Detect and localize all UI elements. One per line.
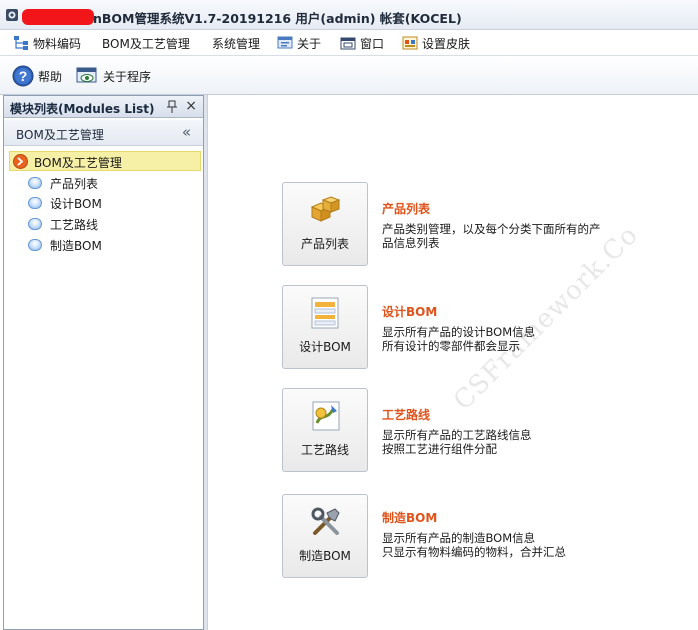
design-bom-title: 设计BOM (382, 305, 438, 319)
window-title: nBOM管理系统V1.7-20191216 用户(admin) 帐套(KOCEL… (93, 11, 462, 26)
menu-item-bom-process[interactable]: BOM及工艺管理 (102, 34, 190, 52)
menu-item-material-code[interactable]: 物料编码 (13, 34, 81, 52)
menu-bar: 物料编码 BOM及工艺管理 系统管理 关于 窗口 设置皮肤 (0, 30, 698, 55)
tree-item-manufacture-bom[interactable]: 制造BOM (28, 236, 102, 254)
node-bullet-icon (28, 177, 42, 189)
panel-header: 模块列表(Modules List) × (4, 96, 203, 118)
menu-item-label: 物料编码 (33, 36, 82, 51)
node-bullet-icon (28, 197, 42, 209)
node-bullet-icon (28, 218, 42, 230)
menu-item-window[interactable]: 窗口 (340, 34, 384, 52)
main-area: CSFramework.Co 产品列表 产品列表 产品类别管理，以及每个分类下面… (207, 95, 698, 630)
node-bullet-icon (28, 239, 42, 251)
redacted-name (22, 9, 94, 25)
app-logo-icon (6, 9, 18, 21)
svg-text:?: ? (19, 68, 28, 84)
design-bom-desc-line: 所有设计的零部件都会显示 (382, 339, 520, 353)
menu-item-system[interactable]: 系统管理 (212, 34, 260, 52)
manufacture-bom-desc-line: 只显示有物料编码的物料，合并汇总 (382, 545, 566, 559)
skin-icon (402, 36, 418, 50)
process-route-desc-line: 按照工艺进行组件分配 (382, 442, 497, 456)
card-label: 工艺路线 (300, 443, 349, 457)
menu-item-label: 设置皮肤 (422, 36, 471, 51)
tree-item-process-route[interactable]: 工艺路线 (28, 215, 98, 233)
card-label: 设计BOM (299, 340, 351, 354)
toolbar: ? 帮助 关于程序 (0, 55, 698, 95)
tree-item-product-list[interactable]: 产品列表 (28, 174, 98, 192)
product-list-title: 产品列表 (382, 202, 431, 216)
menu-item-label: 窗口 (360, 36, 385, 51)
about-program-label: 关于程序 (103, 69, 152, 84)
panel-title: 模块列表(Modules List) (10, 102, 155, 116)
help-label: 帮助 (38, 69, 63, 84)
about-program-button[interactable]: 关于程序 (75, 63, 151, 89)
menu-item-label: BOM及工艺管理 (102, 36, 190, 51)
tree-root-item[interactable]: BOM及工艺管理 (9, 151, 201, 171)
group-header[interactable]: BOM及工艺管理 « (4, 120, 203, 146)
pin-icon[interactable] (167, 100, 177, 114)
group-title: BOM及工艺管理 (16, 128, 104, 142)
window-icon (340, 37, 356, 50)
tree-item-label: 工艺路线 (50, 217, 99, 232)
menu-item-label: 系统管理 (212, 36, 261, 51)
about-program-icon (76, 67, 97, 83)
list-document-icon (311, 297, 339, 329)
help-icon: ? (12, 65, 34, 87)
expand-arrow-icon[interactable] (13, 154, 28, 169)
process-route-button[interactable]: 工艺路线 (282, 388, 368, 472)
tree-icon (14, 36, 28, 50)
tree-root-label: BOM及工艺管理 (34, 156, 122, 170)
tools-icon (311, 507, 340, 535)
tree-item-label: 产品列表 (50, 176, 99, 191)
menu-item-skin[interactable]: 设置皮肤 (402, 34, 470, 52)
watermark: CSFramework.Co (448, 219, 645, 417)
tree-item-design-bom[interactable]: 设计BOM (28, 194, 102, 212)
collapse-icon[interactable]: « (182, 123, 191, 141)
panel-close-button[interactable]: × (185, 98, 197, 114)
product-list-button[interactable]: 产品列表 (282, 182, 368, 266)
design-bom-button[interactable]: 设计BOM (282, 285, 368, 369)
about-icon (277, 36, 293, 49)
menu-item-label: 关于 (297, 36, 322, 51)
menu-item-about[interactable]: 关于 (277, 34, 321, 52)
manufacture-bom-title: 制造BOM (382, 511, 438, 525)
help-button[interactable]: ? 帮助 (12, 63, 62, 89)
boxes-icon (310, 196, 341, 222)
route-icon (312, 401, 340, 431)
card-label: 产品列表 (300, 237, 349, 251)
process-route-title: 工艺路线 (382, 408, 431, 422)
manufacture-bom-button[interactable]: 制造BOM (282, 494, 368, 578)
product-list-desc-line: 品信息列表 (382, 236, 440, 250)
title-bar: nBOM管理系统V1.7-20191216 用户(admin) 帐套(KOCEL… (0, 0, 698, 30)
tree-item-label: 设计BOM (50, 196, 102, 211)
tree-item-label: 制造BOM (50, 238, 102, 253)
card-label: 制造BOM (299, 549, 351, 563)
modules-panel: 模块列表(Modules List) × BOM及工艺管理 « BOM及工艺管理… (3, 95, 204, 630)
